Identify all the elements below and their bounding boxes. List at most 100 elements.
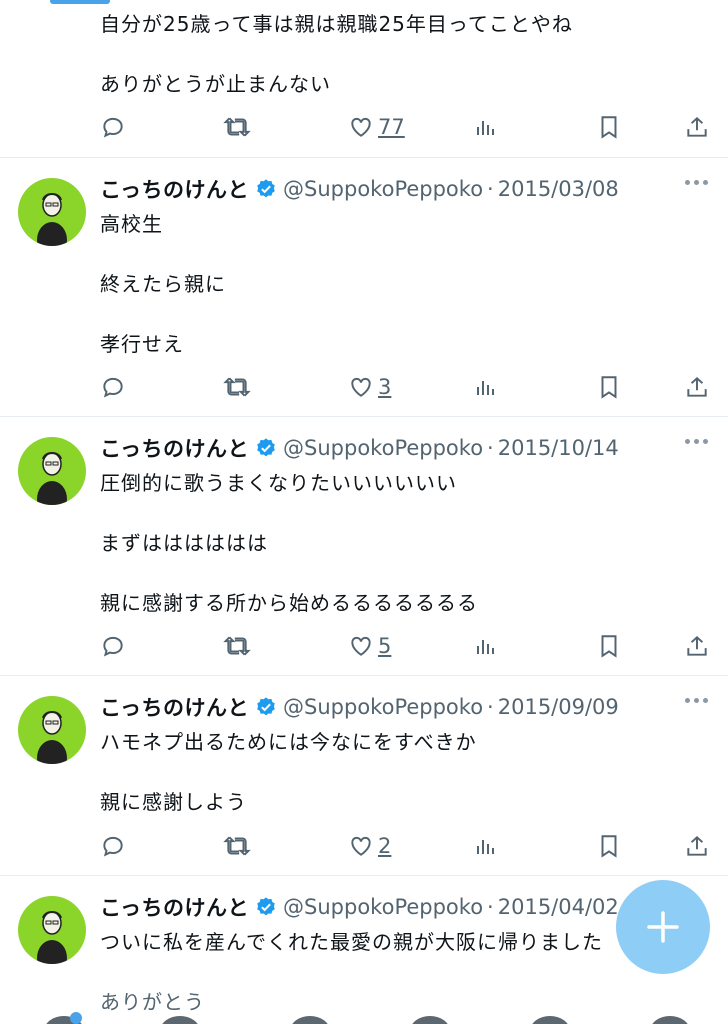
bookmark-icon (601, 376, 617, 399)
retweet-icon (223, 117, 251, 137)
bookmark-button[interactable] (598, 831, 620, 861)
messages-icon[interactable] (650, 1016, 690, 1024)
tweet[interactable]: こっちのけんと @SuppokoPeppoko · 2015/03/08 高校生… (0, 158, 728, 417)
share-button[interactable] (684, 112, 710, 142)
avatar[interactable] (18, 437, 86, 505)
tweet-line: まずはははははは (100, 531, 268, 555)
analytics-icon (477, 840, 494, 854)
retweet-icon (223, 377, 251, 397)
more-options-icon[interactable] (685, 439, 708, 444)
verified-badge-icon (255, 437, 277, 459)
notification-dot (70, 1012, 82, 1024)
avatar-illustration-icon (37, 452, 67, 505)
reply-button[interactable] (100, 831, 126, 861)
like-button[interactable]: 2 (348, 831, 391, 861)
views-button[interactable] (474, 831, 498, 861)
tweet-actions: 5 (100, 631, 710, 661)
tweet-date[interactable]: 2015/10/14 (498, 436, 619, 460)
bookmark-icon (601, 835, 617, 858)
avatar-illustration-icon (37, 711, 67, 764)
tweet[interactable]: こっちのけんと @SuppokoPeppoko · 2015/04/02 ついに… (0, 876, 728, 1024)
like-button[interactable]: 5 (348, 631, 391, 661)
tweet-line: 高校生 (100, 212, 163, 236)
tweet[interactable]: こっちのけんと @SuppokoPeppoko · 2015/09/09 ハモネ… (0, 676, 728, 876)
like-count: 77 (378, 115, 405, 139)
bottom-navigation (0, 1010, 728, 1024)
separator: · (487, 895, 494, 919)
heart-icon (351, 377, 371, 397)
share-icon (687, 377, 707, 397)
views-button[interactable] (474, 631, 498, 661)
bookmark-button[interactable] (598, 631, 620, 661)
share-button[interactable] (684, 631, 710, 661)
avatar[interactable] (18, 896, 86, 964)
avatar[interactable] (18, 696, 86, 764)
verified-badge-icon (255, 896, 277, 918)
share-button[interactable] (684, 372, 710, 402)
author-name[interactable]: こっちのけんと (100, 692, 249, 722)
avatar[interactable] (18, 178, 86, 246)
tweet-header: こっちのけんと @SuppokoPeppoko · 2015/10/14 (100, 433, 708, 463)
reply-icon (103, 836, 123, 857)
author-handle[interactable]: @SuppokoPeppoko (283, 436, 483, 460)
compose-tweet-button[interactable] (616, 880, 710, 974)
views-button[interactable] (474, 112, 498, 142)
separator: · (487, 177, 494, 201)
reply-icon (103, 117, 123, 138)
bookmark-button[interactable] (598, 372, 620, 402)
author-handle[interactable]: @SuppokoPeppoko (283, 695, 483, 719)
like-button[interactable]: 3 (348, 372, 391, 402)
author-handle[interactable]: @SuppokoPeppoko (283, 895, 483, 919)
share-button[interactable] (684, 831, 710, 861)
like-count: 2 (378, 834, 392, 858)
bookmark-icon (601, 635, 617, 658)
author-handle[interactable]: @SuppokoPeppoko (283, 177, 483, 201)
like-button[interactable]: 77 (348, 112, 405, 142)
plus-icon (647, 911, 679, 943)
tweet-line: ありがとうが止まんない (100, 72, 331, 96)
tweet-line: 終えたら親に (100, 272, 226, 296)
views-button[interactable] (474, 372, 498, 402)
analytics-icon (477, 640, 494, 654)
author-name[interactable]: こっちのけんと (100, 433, 249, 463)
tweet-date[interactable]: 2015/09/09 (498, 695, 619, 719)
avatar-illustration-icon (37, 911, 67, 964)
separator: · (487, 436, 494, 460)
tweet-top-partial[interactable]: 自分が25歳って事は親は親職25年目ってことやね ありがとうが止まんない 77 (0, 0, 728, 158)
retweet-button[interactable] (222, 631, 252, 661)
reply-button[interactable] (100, 112, 126, 142)
author-name[interactable]: こっちのけんと (100, 174, 249, 204)
tweet-line: 親に感謝しよう (100, 790, 247, 814)
reply-button[interactable] (100, 372, 126, 402)
tweet[interactable]: こっちのけんと @SuppokoPeppoko · 2015/10/14 圧倒的… (0, 417, 728, 676)
verified-badge-icon (255, 178, 277, 200)
retweet-button[interactable] (222, 112, 252, 142)
like-count: 3 (378, 375, 392, 399)
avatar-illustration-icon (37, 193, 67, 246)
author-name[interactable]: こっちのけんと (100, 892, 249, 922)
more-options-icon[interactable] (685, 698, 708, 703)
communities-icon[interactable] (410, 1016, 450, 1024)
retweet-button[interactable] (222, 372, 252, 402)
share-icon (687, 117, 707, 137)
search-icon[interactable] (160, 1016, 200, 1024)
analytics-icon (477, 121, 494, 135)
reply-icon (103, 636, 123, 657)
timeline: 自分が25歳って事は親は親職25年目ってことやね ありがとうが止まんない 77 (0, 0, 728, 1024)
like-count: 5 (378, 634, 392, 658)
tweet-actions: 77 (100, 112, 710, 142)
tweet-line: 親に感謝する所から始めるるるるるるる (100, 591, 478, 615)
reply-icon (103, 377, 123, 398)
tweet-date[interactable]: 2015/04/02 (498, 895, 619, 919)
retweet-icon (223, 636, 251, 656)
retweet-button[interactable] (222, 831, 252, 861)
bookmark-button[interactable] (598, 112, 620, 142)
tweet-date[interactable]: 2015/03/08 (498, 177, 619, 201)
tweet-actions: 2 (100, 831, 710, 861)
tweet-header: こっちのけんと @SuppokoPeppoko · 2015/03/08 (100, 174, 708, 204)
more-options-icon[interactable] (685, 180, 708, 185)
reply-button[interactable] (100, 631, 126, 661)
tweet-actions: 3 (100, 372, 710, 402)
grok-icon[interactable] (290, 1016, 330, 1024)
notifications-icon[interactable] (530, 1016, 570, 1024)
